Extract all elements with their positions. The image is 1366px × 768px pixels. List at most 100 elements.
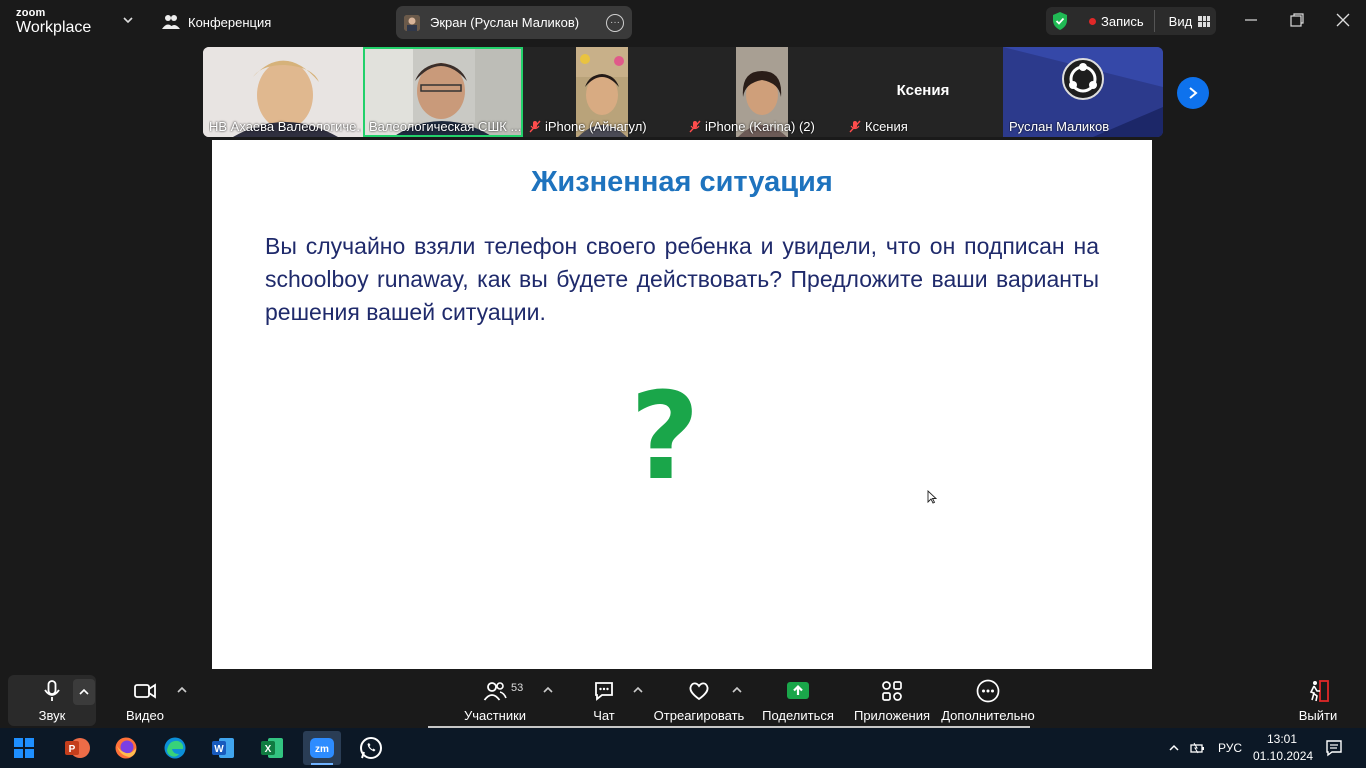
- minimize-icon[interactable]: [1243, 12, 1259, 28]
- grid-view-icon[interactable]: [1198, 15, 1211, 27]
- participant-name: НВ Ахаева Валеологиче...: [209, 119, 361, 134]
- question-mark-graphic: ?: [630, 368, 700, 507]
- restore-icon[interactable]: [1289, 12, 1305, 28]
- microphone-icon: [44, 680, 60, 701]
- participant-name: iPhone (Айнагул): [545, 119, 647, 134]
- recording-button[interactable]: Запись: [1101, 14, 1144, 29]
- screen-share-indicator[interactable]: Экран (Руслан Маликов) ···: [396, 6, 632, 39]
- chevron-up-icon[interactable]: [730, 683, 744, 697]
- shield-icon[interactable]: [1051, 11, 1069, 31]
- recording-view-bar: Запись Вид: [1046, 7, 1216, 35]
- chevron-up-icon[interactable]: [541, 683, 555, 697]
- participant-tile[interactable]: iPhone (Айнагул): [523, 47, 683, 137]
- svg-text:W: W: [214, 744, 224, 755]
- participant-name: Валеологическая СШК ...: [369, 119, 521, 134]
- title-bar: zoom Workplace Конференция Экран (Руслан…: [0, 0, 1366, 44]
- participant-tile-active-speaker[interactable]: Валеологическая СШК ...: [363, 47, 523, 137]
- battery-network-icon[interactable]: [1189, 740, 1207, 756]
- chat-label: Чат: [593, 708, 615, 723]
- audio-label: Звук: [38, 708, 66, 723]
- slide-body-text: Вы случайно взяли телефон своего ребенка…: [265, 233, 1099, 325]
- screen-share-label: Экран (Руслан Маликов): [430, 15, 580, 30]
- participants-label: Участники: [463, 708, 527, 723]
- mic-muted-icon: [849, 120, 861, 133]
- tray-expand-icon[interactable]: [1167, 741, 1181, 755]
- slide-title: Жизненная ситуация: [531, 166, 833, 198]
- audio-button[interactable]: Звук: [30, 669, 74, 728]
- participants-button[interactable]: Участники: [462, 669, 528, 728]
- word-icon[interactable]: W: [208, 733, 238, 763]
- chevron-up-icon: [79, 688, 89, 695]
- more-options-icon[interactable]: ···: [606, 13, 624, 32]
- participant-tile[interactable]: Руслан Маликов: [1003, 47, 1163, 137]
- svg-text:P: P: [69, 744, 76, 755]
- zoom-logo[interactable]: zoom Workplace: [16, 8, 91, 36]
- participant-placeholder-name: Ксения: [896, 82, 950, 99]
- whatsapp-icon[interactable]: [356, 733, 386, 763]
- svg-text:zm: zm: [315, 744, 329, 755]
- chevron-right-icon: [1189, 87, 1198, 99]
- leave-label: Выйти: [1298, 708, 1338, 723]
- next-page-button[interactable]: [1177, 77, 1209, 109]
- participant-tile[interactable]: Ксения Ксения: [843, 47, 1003, 137]
- share-label: Поделиться: [762, 708, 834, 723]
- participant-tile[interactable]: НВ Ахаева Валеологиче...: [203, 47, 363, 137]
- avatar: [404, 14, 420, 31]
- audio-options-button[interactable]: [73, 679, 95, 705]
- powerpoint-icon[interactable]: P: [62, 733, 92, 763]
- view-button[interactable]: Вид: [1169, 14, 1193, 29]
- edge-icon[interactable]: [160, 733, 190, 763]
- mouse-cursor-icon: [927, 490, 937, 504]
- chevron-down-icon[interactable]: [122, 14, 134, 26]
- leave-icon: [1309, 680, 1329, 702]
- firefox-icon[interactable]: [111, 733, 141, 763]
- react-button[interactable]: Отреагировать: [653, 669, 745, 728]
- video-label: Видео: [126, 708, 164, 723]
- recording-dot-icon: [1089, 17, 1096, 25]
- active-app-indicator: [311, 763, 333, 765]
- logo-zoom-text: zoom: [16, 7, 46, 19]
- chat-button[interactable]: Чат: [586, 669, 622, 728]
- react-label: Отреагировать: [653, 708, 745, 723]
- chevron-up-icon[interactable]: [175, 683, 189, 697]
- more-icon: [976, 679, 1000, 703]
- participant-name: Руслан Маликов: [1009, 119, 1110, 134]
- video-button[interactable]: Видео: [120, 669, 170, 728]
- mic-muted-icon: [529, 120, 541, 133]
- share-screen-button[interactable]: Поделиться: [762, 669, 834, 728]
- apps-icon: [882, 681, 902, 701]
- conference-label: Конференция: [188, 14, 272, 30]
- input-language[interactable]: РУС: [1218, 741, 1242, 755]
- clock-date[interactable]: 01.10.2024: [1253, 749, 1313, 763]
- apps-label: Приложения: [853, 708, 931, 723]
- video-camera-icon: [134, 683, 156, 699]
- more-label: Дополнительно: [941, 708, 1035, 723]
- participant-name: iPhone (Karina) (2): [705, 119, 815, 134]
- windows-taskbar: P W X zm РУС 13:01 01.10.2024: [0, 728, 1366, 768]
- participant-strip: НВ Ахаева Валеологиче... Валеологическая…: [203, 47, 1163, 137]
- windows-start-icon[interactable]: [9, 733, 39, 763]
- meeting-toolbar: Звук Видео Участники 53 Чат Отреагироват…: [0, 669, 1366, 728]
- conference-button[interactable]: Конференция: [162, 10, 271, 34]
- close-icon[interactable]: [1335, 12, 1351, 28]
- svg-text:X: X: [265, 744, 272, 755]
- participant-tile[interactable]: iPhone (Karina) (2): [683, 47, 843, 137]
- participants-icon: [483, 682, 507, 701]
- more-button[interactable]: Дополнительно: [941, 669, 1035, 728]
- chevron-up-icon[interactable]: [631, 683, 645, 697]
- participant-name: Ксения: [865, 119, 908, 134]
- apps-button[interactable]: Приложения: [852, 669, 932, 728]
- leave-button[interactable]: Выйти: [1296, 669, 1340, 728]
- shared-screen-slide: Жизненная ситуация Вы случайно взяли тел…: [212, 140, 1152, 669]
- excel-icon[interactable]: X: [257, 733, 287, 763]
- divider: [1153, 10, 1155, 32]
- mic-muted-icon: [689, 120, 701, 133]
- notification-icon[interactable]: [1325, 739, 1343, 757]
- clock-time[interactable]: 13:01: [1267, 732, 1297, 746]
- zoom-window: zoom Workplace Конференция Экран (Руслан…: [0, 0, 1366, 768]
- chat-icon: [595, 682, 613, 701]
- people-icon: [162, 15, 180, 29]
- share-screen-icon: [787, 682, 809, 699]
- logo-workplace-text: Workplace: [16, 19, 92, 36]
- zoom-taskbar-icon[interactable]: zm: [303, 731, 341, 765]
